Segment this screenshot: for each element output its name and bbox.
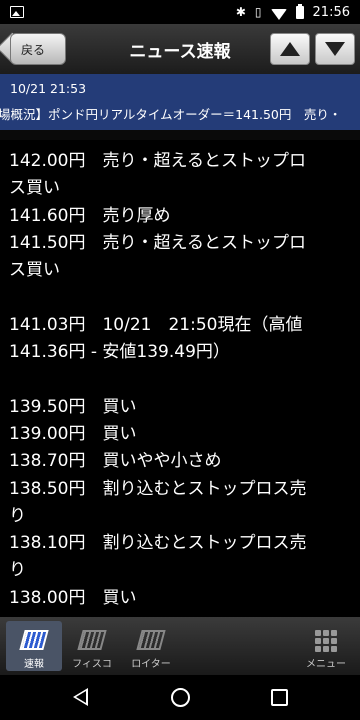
news-header-band: 10/21 21:53 場概況】ポンド円リアルタイムオーダー＝141.50円 売… xyxy=(0,74,360,130)
tab-label: フィスコ xyxy=(72,659,112,670)
article-line: 141.60円 売り厚め xyxy=(9,205,171,226)
tab-reuters[interactable]: ロイター xyxy=(123,621,179,671)
divider xyxy=(0,130,360,140)
system-home-icon[interactable] xyxy=(171,688,190,707)
tab-fisco[interactable]: フィスコ xyxy=(64,621,120,671)
tab-sokuho[interactable]: 速報 xyxy=(6,621,62,671)
system-recents-icon[interactable] xyxy=(271,689,288,706)
back-button[interactable]: 戻る xyxy=(0,32,66,65)
article-line: 139.00円 買い xyxy=(9,423,137,444)
article-line: 138.70円 買いやや小さめ xyxy=(9,451,222,472)
triangle-up-icon xyxy=(280,42,300,56)
grid-menu-icon xyxy=(313,627,339,653)
bluetooth-icon: ✱ xyxy=(235,5,246,19)
article-line: 141.50円 売り・超えるとストップロ xyxy=(9,232,306,253)
tab-label: メニュー xyxy=(306,659,346,670)
article-body[interactable]: 142.00円 売り・超えるとストップロ ス買い 141.60円 売り厚め 14… xyxy=(9,148,354,612)
next-article-button[interactable] xyxy=(315,33,355,65)
tab-label: ロイター xyxy=(131,659,171,670)
article-line: 139.50円 買い xyxy=(9,396,137,417)
article-line: 138.00円 買い xyxy=(9,587,137,608)
article-line: ス買い xyxy=(9,260,60,281)
news-headline: 場概況】ポンド円リアルタイムオーダー＝141.50円 売り・ xyxy=(0,107,342,122)
article-line: 138.10円 割り込むとストップロス売 xyxy=(9,533,307,554)
article-line xyxy=(9,366,354,393)
back-button-body[interactable]: 戻る xyxy=(10,33,66,65)
article-line: ス買い xyxy=(9,178,60,199)
status-bar: ✱ ▯ 21:56 xyxy=(0,0,360,24)
vibrate-icon: ▯ xyxy=(254,5,262,19)
article-line: 142.00円 売り・超えるとストップロ xyxy=(9,151,306,171)
system-nav-bar xyxy=(0,675,360,720)
article-line: り xyxy=(9,505,26,526)
article-line: り xyxy=(9,560,26,581)
status-time: 21:56 xyxy=(312,4,350,20)
bottom-tab-bar: 速報 フィスコ ロイター メニュー xyxy=(0,617,360,675)
newspaper-icon xyxy=(77,627,107,653)
article-line: 141.36円 - 安値139.49円） xyxy=(9,342,230,363)
wifi-icon xyxy=(270,8,287,20)
image-icon xyxy=(10,6,24,18)
battery-icon xyxy=(295,3,304,19)
newspaper-icon xyxy=(136,627,166,653)
app-header: 戻る ニュース速報 xyxy=(0,24,360,74)
article-line: 141.03円 10/21 21:50現在（高値 xyxy=(9,314,303,335)
tab-menu[interactable]: メニュー xyxy=(298,621,354,671)
news-datetime: 10/21 21:53 xyxy=(10,81,87,96)
article-line xyxy=(9,284,354,311)
previous-article-button[interactable] xyxy=(270,33,310,65)
newspaper-icon xyxy=(19,627,49,653)
article-line: 138.50円 割り込むとストップロス売 xyxy=(9,478,307,499)
tab-label: 速報 xyxy=(24,659,44,670)
back-button-label: 戻る xyxy=(21,42,46,57)
triangle-down-icon xyxy=(325,42,345,56)
